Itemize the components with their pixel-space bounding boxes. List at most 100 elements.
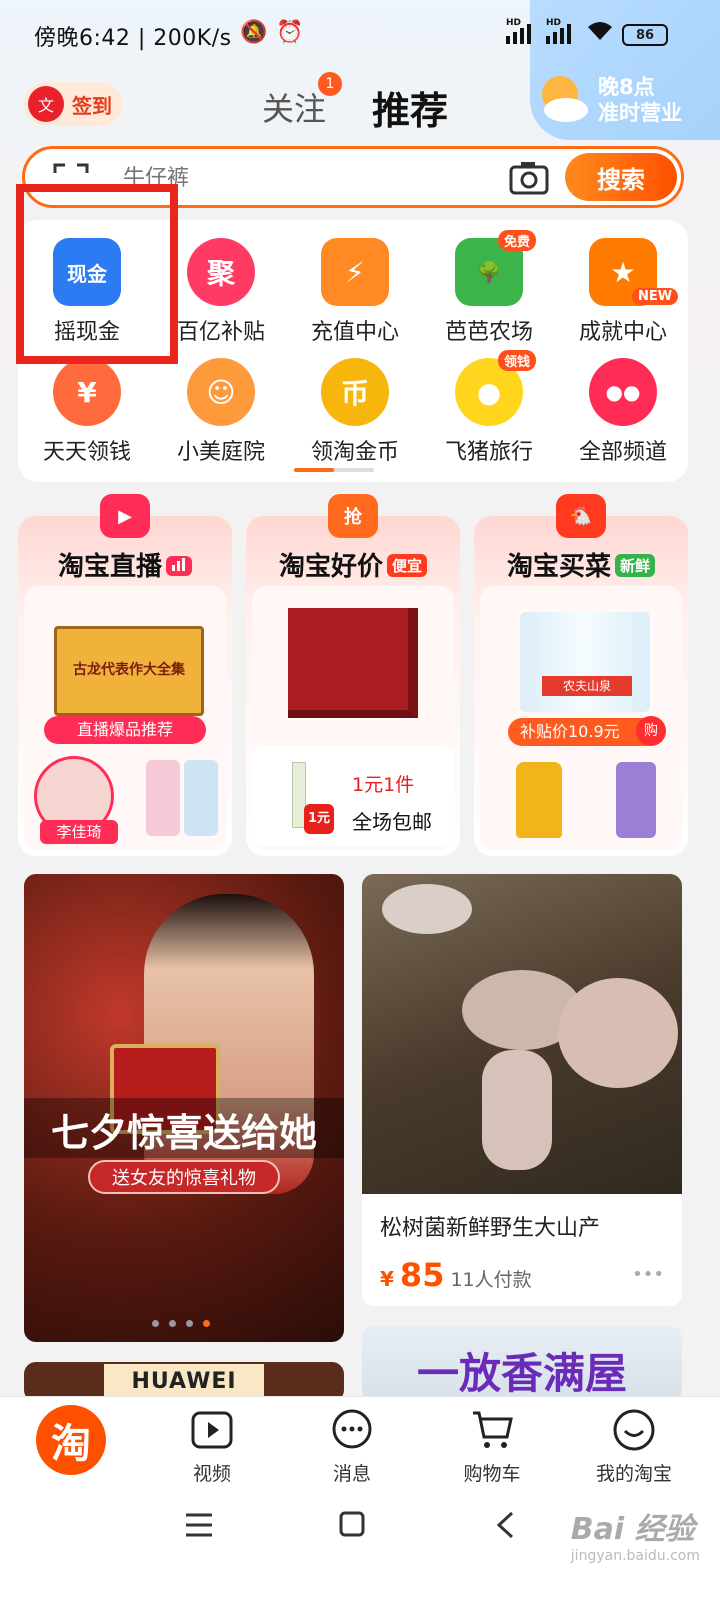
huawei-label: HUAWEI bbox=[104, 1364, 264, 1400]
channel-icon: 币 bbox=[321, 358, 389, 426]
banner-dots bbox=[152, 1320, 210, 1327]
bottom-nav: 淘 视频 消息 购物车 我的淘宝 bbox=[0, 1396, 720, 1502]
channel-item[interactable]: ★ NEW 成就中心 bbox=[556, 238, 690, 346]
camera-icon[interactable] bbox=[509, 161, 549, 195]
profile-icon bbox=[613, 1409, 655, 1451]
promo-badge-icon: 🐔 bbox=[556, 494, 606, 538]
channel-tag: 领钱 bbox=[498, 350, 537, 371]
battery-indicator: 86 bbox=[622, 24, 668, 46]
promo-pill: 新鲜 bbox=[615, 554, 656, 577]
mute-icon: 🔕 bbox=[240, 20, 268, 45]
more-options-icon[interactable]: ••• bbox=[632, 1264, 664, 1285]
channel-scroll-indicator bbox=[294, 468, 374, 472]
watermark: Bai 经验 jingyan.baidu.com bbox=[570, 1512, 700, 1564]
mushroom-image bbox=[362, 874, 682, 1194]
back-icon[interactable] bbox=[494, 1510, 516, 1540]
taobao-home-icon[interactable]: 淘 bbox=[36, 1405, 106, 1475]
promo-badge-icon: 抢 bbox=[328, 494, 378, 538]
video-icon bbox=[191, 1411, 233, 1449]
product-image bbox=[616, 762, 656, 838]
signin-icon: 文 bbox=[28, 86, 64, 122]
channel-label: 飞猪旅行 bbox=[444, 440, 533, 465]
water-pack-image bbox=[520, 612, 650, 712]
nav-messages[interactable]: 消息 bbox=[282, 1397, 422, 1503]
water-brand: 农夫山泉 bbox=[542, 676, 632, 696]
channel-item[interactable]: 🌳 免费 芭芭农场 bbox=[422, 230, 556, 346]
channel-item[interactable]: ● 领钱 飞猪旅行 bbox=[422, 350, 556, 466]
channel-label: 芭芭农场 bbox=[444, 320, 533, 345]
incense-title: 一放香满屋 bbox=[416, 1349, 627, 1398]
channel-item[interactable]: ☺ 小美庭院 bbox=[154, 358, 288, 466]
promo-content: 农夫山泉 补贴价10.9元购 bbox=[480, 586, 682, 850]
sun-cloud-icon bbox=[542, 76, 588, 122]
product-card[interactable]: 松树菌新鲜野生大山产 ¥ 85 11人付款 ••• bbox=[362, 874, 682, 1306]
oil-bottle-image bbox=[516, 762, 562, 838]
product-image bbox=[146, 760, 180, 836]
channel-tag: NEW bbox=[632, 288, 679, 305]
buy-badge: 购 bbox=[636, 716, 666, 746]
channel-icon: ☺ bbox=[187, 358, 255, 426]
deal-badge: 1元 bbox=[304, 804, 334, 834]
promo-pill: 便宜 bbox=[387, 554, 428, 577]
nav-video[interactable]: 视频 bbox=[142, 1397, 282, 1503]
nav-cart[interactable]: 购物车 bbox=[422, 1397, 562, 1503]
promo-title: 淘宝好价 bbox=[278, 552, 383, 582]
promo-badge-icon: ▶ bbox=[100, 494, 150, 538]
promo-card[interactable]: 淘宝直播古龙代表作大全集 直播爆品推荐李佳琦 bbox=[18, 516, 232, 856]
channel-label: 领淘金币 bbox=[310, 440, 399, 465]
price-symbol: ¥ bbox=[380, 1267, 394, 1291]
banner-subtitle: 送女友的惊喜礼物 bbox=[88, 1160, 280, 1194]
business-hours-banner[interactable]: 晚8点 准时营业 bbox=[598, 74, 682, 126]
home-square-icon[interactable] bbox=[338, 1510, 366, 1538]
wifi-icon bbox=[586, 20, 614, 48]
product-price: 85 bbox=[399, 1256, 445, 1294]
incense-card[interactable]: 一放香满屋 bbox=[362, 1326, 682, 1402]
channel-label: 成就中心 bbox=[578, 320, 667, 345]
highlight-box bbox=[16, 184, 178, 364]
message-icon bbox=[332, 1409, 372, 1449]
channel-item[interactable]: ●● 全部频道 bbox=[556, 358, 690, 466]
channel-label: 全部频道 bbox=[578, 440, 667, 465]
channel-icon: 聚 bbox=[187, 238, 255, 306]
promo-title: 淘宝直播 bbox=[57, 552, 162, 582]
channel-icon: ⚡ bbox=[321, 238, 389, 306]
cart-icon bbox=[473, 1411, 513, 1448]
promo-content: 古龙代表作大全集 直播爆品推荐李佳琦 bbox=[24, 586, 226, 850]
signal-icon bbox=[546, 22, 571, 44]
promo-content: 1元 1元1件全场包邮 bbox=[252, 586, 454, 850]
alarm-icon: ⏰ bbox=[276, 20, 304, 45]
buyer-count: 11人付款 bbox=[450, 1269, 532, 1291]
signal-icon bbox=[506, 22, 531, 44]
promo-pill bbox=[166, 556, 192, 576]
product-title: 松树菌新鲜野生大山产 bbox=[380, 1216, 601, 1241]
channel-item[interactable]: ⚡ 充值中心 bbox=[288, 238, 422, 346]
channel-label: 充值中心 bbox=[310, 320, 399, 345]
book-set-image bbox=[288, 608, 418, 718]
channel-item[interactable]: 币领淘金币 bbox=[288, 358, 422, 466]
promo-title: 淘宝买菜 bbox=[506, 552, 611, 582]
channel-tag: 免费 bbox=[498, 230, 537, 251]
signin-button[interactable]: 文 签到 bbox=[24, 82, 122, 126]
promo-card[interactable]: 淘宝好价 便宜 1元 1元1件全场包邮 bbox=[246, 516, 460, 856]
status-time: 傍晚6:42 | 200K/s bbox=[34, 26, 232, 51]
signin-label: 签到 bbox=[72, 93, 112, 118]
tab-recommend[interactable]: 推荐 bbox=[372, 80, 448, 135]
feed-banner[interactable]: 七夕惊喜送给她 送女友的惊喜礼物 bbox=[24, 874, 344, 1342]
search-button[interactable]: 搜索 bbox=[565, 153, 677, 201]
menu-icon[interactable] bbox=[184, 1512, 214, 1538]
channel-label: 小美庭院 bbox=[176, 440, 265, 465]
channel-item[interactable]: ¥ 天天领钱 bbox=[20, 358, 154, 466]
product-image bbox=[184, 760, 218, 836]
channel-icon: ●● bbox=[589, 358, 657, 426]
channel-label: 天天领钱 bbox=[42, 440, 131, 465]
deal-text: 全场包邮 bbox=[352, 810, 432, 834]
status-bar: 傍晚6:42 | 200K/s 🔕 ⏰ HD HD 86 bbox=[0, 0, 720, 70]
tab-follow[interactable]: 关注 bbox=[262, 84, 326, 130]
nav-my-taobao[interactable]: 我的淘宝 bbox=[564, 1397, 704, 1503]
live-caption: 直播爆品推荐 bbox=[44, 716, 206, 744]
deal-price: 1元1件 bbox=[352, 774, 415, 796]
streamer-name: 李佳琦 bbox=[40, 820, 118, 844]
banner-title: 七夕惊喜送给她 bbox=[50, 1110, 317, 1155]
promo-card[interactable]: 淘宝买菜 新鲜农夫山泉 补贴价10.9元购 bbox=[474, 516, 688, 856]
book-box-image: 古龙代表作大全集 bbox=[54, 626, 204, 716]
